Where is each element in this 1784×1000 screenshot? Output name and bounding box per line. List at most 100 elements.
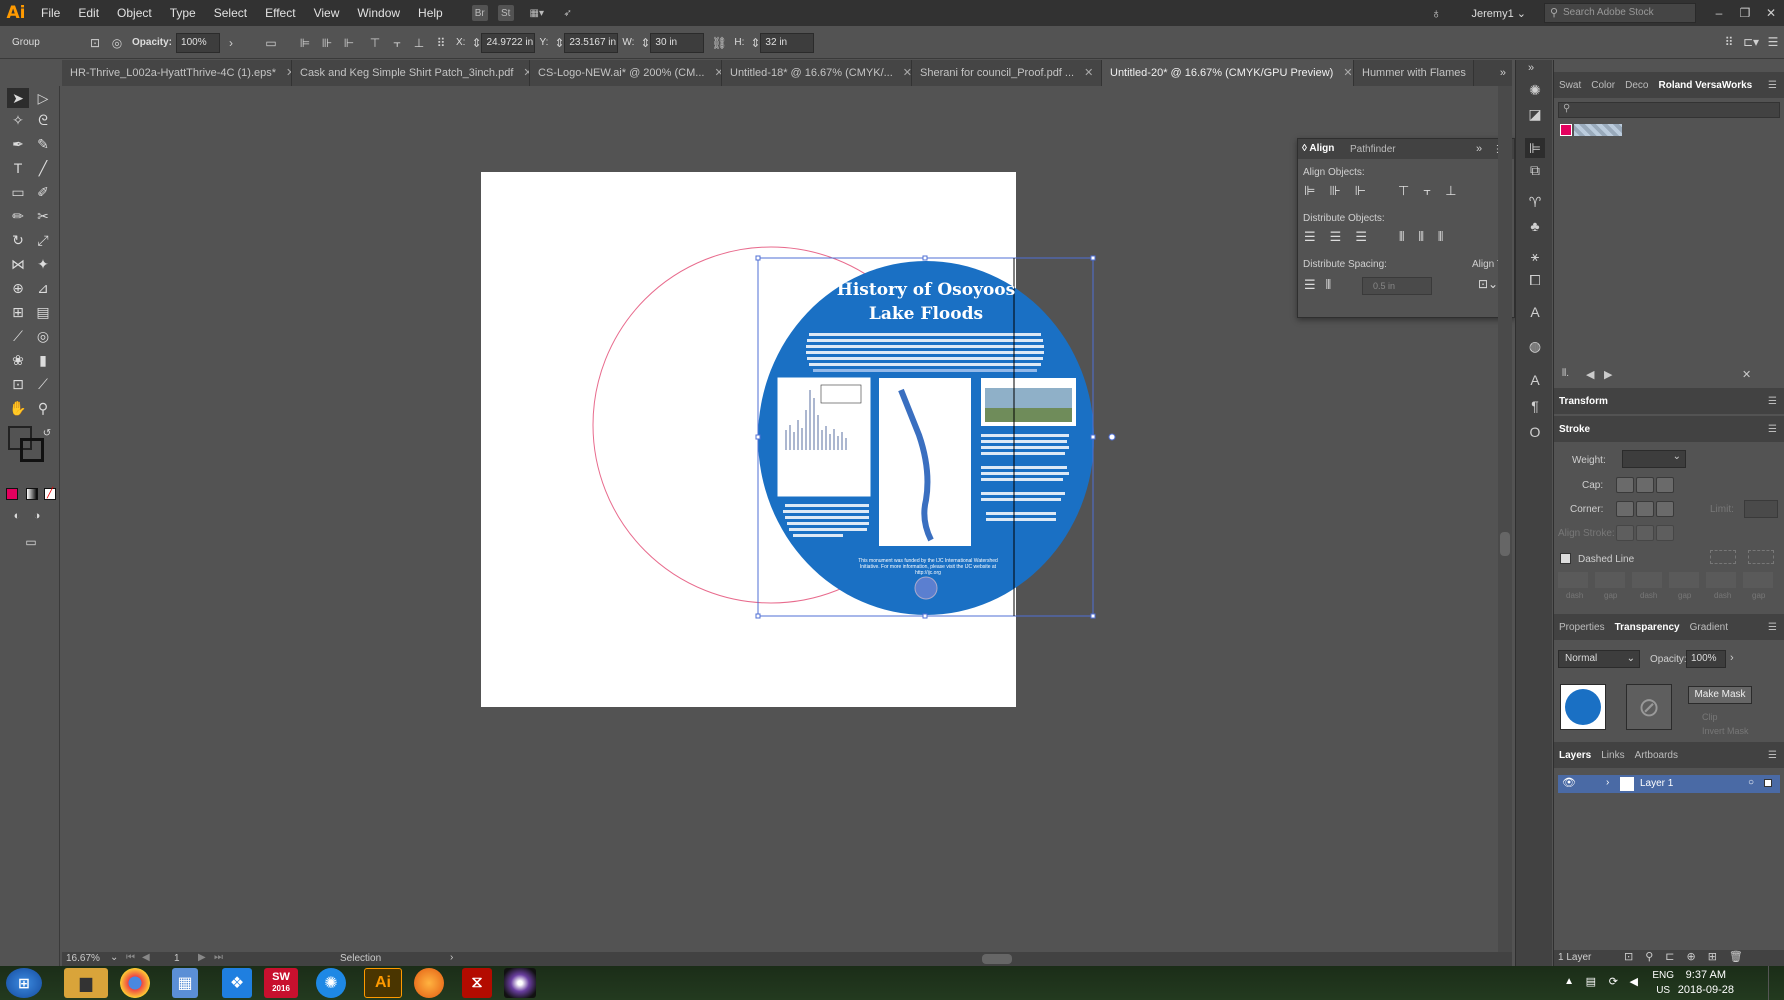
w-field[interactable]: 30 in [650,32,705,53]
align-vcenter-icon[interactable]: ⫟ [388,34,406,52]
stock-icon[interactable]: St [497,5,514,21]
horizontal-align-right-icon[interactable]: ⊩ [1355,183,1366,199]
make-mask-button[interactable]: Make Mask [1688,686,1752,704]
tab-cs-logo[interactable]: CS-Logo-NEW.ai* @ 200% (CM... ✕ [530,60,722,86]
magic-wand-tool-icon[interactable]: ✧ [7,110,29,130]
selection-indicator[interactable] [1764,779,1772,787]
panel-menu-icon[interactable]: ☰ [1763,396,1784,407]
vertical-scrollbar-thumb[interactable] [1500,532,1510,556]
vertical-align-center-icon[interactable]: ⫟ [1423,183,1431,199]
scissors-tool-icon[interactable]: ✂ [32,206,54,226]
direct-selection-tool-icon[interactable]: ▷ [32,88,54,108]
gap-field-3[interactable] [1743,572,1773,588]
menu-object[interactable]: Object [108,6,161,20]
blend-tool-icon[interactable]: ◎ [32,326,54,346]
close-swatch-icon[interactable]: ✕ [1742,368,1751,381]
align-stroke-inside-icon[interactable] [1636,525,1654,541]
dash-field-3[interactable] [1706,572,1736,588]
dash-align-icon[interactable] [1748,550,1774,564]
system-clock[interactable]: 9:37 AM 2018-09-28 [1678,968,1734,998]
solidworks-icon[interactable]: SW 2016 [264,968,298,998]
gradient-tool-icon[interactable]: ▤ [32,302,54,322]
mesh-tool-icon[interactable]: ⊞ [7,302,29,322]
menu-window[interactable]: Window [348,6,409,20]
show-hidden-icons[interactable]: ▲ [1564,976,1574,987]
line-tool-icon[interactable]: ╱ [32,158,54,178]
align-right-icon[interactable]: ⊩ [340,34,358,52]
horizontal-align-center-icon[interactable]: ⊪ [1329,183,1340,199]
layer-row-layer-1[interactable]: 👁 › Layer 1 ○ [1558,775,1780,793]
menu-view[interactable]: View [305,6,349,20]
symbols-icon[interactable]: ♣ [1525,216,1545,236]
workspace-switcher[interactable]: Jeremy1 ⌄ [1472,7,1526,20]
symbol-sprayer-tool-icon[interactable]: ❀ [7,350,29,370]
bridge-icon[interactable]: Br [471,5,488,21]
illustrator-taskbar-icon[interactable]: Ai [364,968,402,998]
recolor-icon[interactable]: ◎ [108,34,126,52]
column-graph-tool-icon[interactable]: ▮ [32,350,54,370]
sync-icon[interactable]: ⟳ [1609,975,1618,988]
panel-menu-icon[interactable]: ☰ [1763,80,1784,91]
opentype-icon[interactable]: O [1525,422,1545,442]
hand-tool-icon[interactable]: ✋ [7,398,29,418]
pen-tool-icon[interactable]: ✒ [7,134,29,154]
panel-menu-icon[interactable]: ☰ [1763,750,1784,761]
close-icon[interactable]: ✕ [1758,6,1784,20]
draw-behind-icon[interactable]: ◑ [26,506,48,526]
object-thumbnail[interactable] [1560,684,1606,730]
status-menu-icon[interactable]: › [450,952,453,963]
menu-edit[interactable]: Edit [69,6,108,20]
swap-fill-stroke-icon[interactable]: ↺ [36,424,58,444]
tab-overflow-icon[interactable]: » [1500,60,1506,86]
menu-help[interactable]: Help [409,6,452,20]
align-to-dropdown[interactable]: ⊡⌄ [1478,277,1498,291]
perspective-grid-tool-icon[interactable]: ⊿ [32,278,54,298]
appearance-icon[interactable]: ⧠ [1525,270,1545,290]
next-swatch-icon[interactable]: ▶ [1604,368,1612,381]
tab-properties[interactable]: Properties [1554,622,1610,633]
opacity-slider-icon[interactable]: › [1730,652,1734,664]
gap-field-2[interactable] [1669,572,1699,588]
swatch-search-input[interactable]: ⚲ [1558,102,1780,118]
target-icon[interactable]: ○ [1748,777,1754,788]
previous-swatch-icon[interactable]: ◀ [1586,368,1594,381]
tab-swatches[interactable]: Swat [1554,80,1586,91]
dropbox-icon[interactable]: ❖ [222,968,252,998]
rectangle-tool-icon[interactable]: ▭ [7,182,29,202]
panel-menu-icon[interactable]: ☰ [1763,622,1784,633]
color-panel-icon[interactable]: ✺ [1525,80,1545,100]
color-mode-icon[interactable] [6,488,18,500]
screen-mode-icon[interactable]: ▭ [20,532,42,552]
horizontal-distribute-space-icon[interactable]: ⫴ [1326,277,1331,293]
align-left-icon[interactable]: ⊫ [296,34,314,52]
vertical-align-top-icon[interactable]: ⊤ [1398,183,1409,199]
minimize-icon[interactable]: – [1706,6,1732,20]
input-language[interactable]: ENG US [1652,968,1674,998]
eyedropper-tool-icon[interactable]: ⟋ [7,326,29,346]
tab-sherani[interactable]: Sherani for council_Proof.pdf ... ✕ [912,60,1102,86]
align-stroke-outside-icon[interactable] [1656,525,1674,541]
rotate-tool-icon[interactable]: ↻ [7,230,29,250]
stroke-panel-header[interactable]: Stroke ☰ [1554,416,1784,442]
paragraph-icon[interactable]: ¶ [1525,396,1545,416]
opacity-arrow-icon[interactable]: › [222,34,240,52]
type-tool-icon[interactable]: T [7,158,29,178]
app-gear-icon[interactable]: ✺ [316,968,346,998]
acrobat-icon[interactable]: ⧖ [462,968,492,998]
puppet-warp-tool-icon[interactable]: ✦ [32,254,54,274]
artboard-tool-icon[interactable]: ⊡ [7,374,29,394]
y-stepper-icon[interactable]: ⇕ [554,34,564,52]
volume-icon[interactable]: ◀ [1630,975,1638,988]
tab-layers[interactable]: Layers [1554,750,1596,761]
calculator-icon[interactable]: ▦ [172,968,198,998]
round-join-icon[interactable] [1636,501,1654,517]
x-field[interactable]: 24.9722 in [481,32,536,53]
align-stroke-center-icon[interactable] [1616,525,1634,541]
width-tool-icon[interactable]: ⋈ [7,254,29,274]
libraries-icon[interactable]: ◍ [1525,336,1545,356]
style-icon[interactable]: ▭ [262,34,280,52]
collapse-icon[interactable]: » [1476,143,1482,155]
artboard-number[interactable]: 1 [174,953,180,964]
file-explorer-icon[interactable]: ▆ [64,968,108,998]
close-tab-icon[interactable]: ✕ [523,60,529,86]
